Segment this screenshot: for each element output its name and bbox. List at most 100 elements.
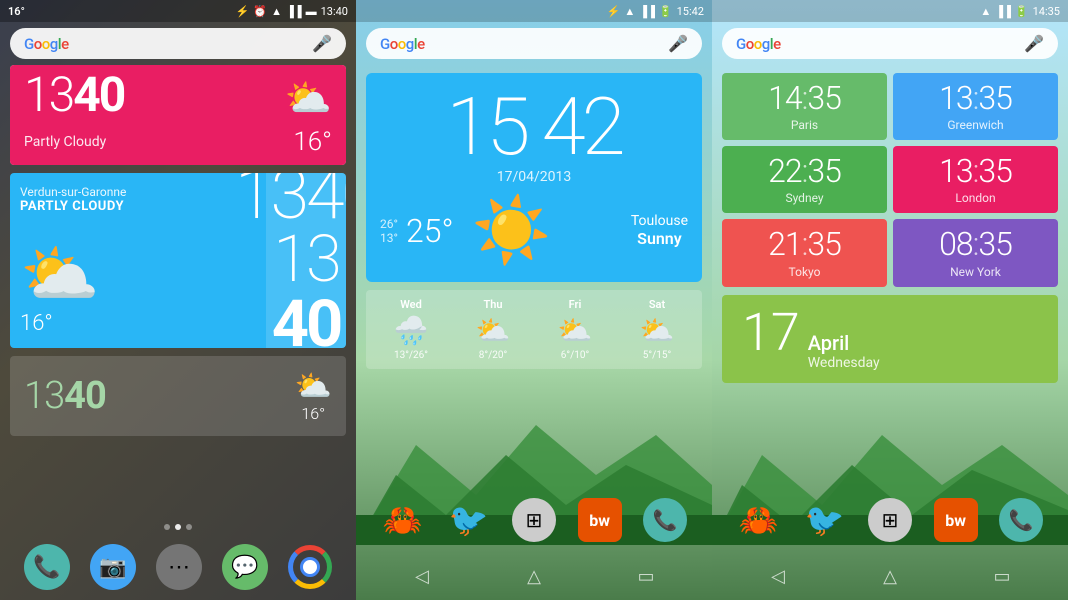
panel-left: 16° ⚡ ⏰ ▲ ▐▐ ▬ 13:40 Google 🎤 1340	[0, 0, 356, 600]
city-name-1: Verdun-sur-Garonne	[20, 185, 256, 199]
temp-current: 25°	[406, 212, 454, 250]
cloud-icon-1: ⛅	[20, 243, 256, 307]
search-bar-2[interactable]: Google 🎤	[366, 28, 702, 59]
condition-1: PARTLY CLOUDY	[20, 199, 256, 214]
dock-2: 🦀 🐦 ⊞ bw 📞	[356, 490, 712, 552]
status-temp: 16°	[8, 5, 25, 18]
dock-apps-3[interactable]: ⊞	[868, 498, 912, 542]
status-icons-2: ⚡ ▲ ▐▐ 🔋 15:42	[607, 5, 704, 18]
forecast-icon-3: ⛅	[640, 314, 675, 347]
time-vertical-1: 1340	[235, 173, 346, 227]
dock-crab-3[interactable]: 🦀	[737, 498, 781, 542]
dot-1	[164, 524, 170, 530]
dot-2	[175, 524, 181, 530]
dock-1: 📞 📷 ⋯ 💬	[0, 536, 356, 600]
forecast-thu: Thu ⛅ 8°/20°	[476, 298, 511, 361]
date-month: April	[808, 331, 880, 355]
forecast-row: Wed 🌧️ 13°/26° Thu ⛅ 8°/20° Fri ⛅ 6°/10°…	[366, 290, 702, 369]
nav-bar-2: ◁ △ ▭	[356, 552, 712, 600]
google-logo-1: Google	[24, 35, 69, 53]
widget-weather-large-1: Verdun-sur-Garonne PARTLY CLOUDY ⛅ 16° 1…	[10, 173, 346, 348]
temp-range: 26° 13°	[380, 217, 398, 245]
time-display-1: 1340	[24, 71, 124, 119]
weather-right: 1340 13 40	[266, 173, 346, 348]
dock-phone-2[interactable]: 📞	[643, 498, 687, 542]
nav-home-2[interactable]: △	[516, 562, 552, 590]
page-dots-1	[0, 524, 356, 530]
widget-compact-1: 1340 ⛅ Partly Cloudy 16°	[10, 65, 346, 165]
widget-compact-bottom: Partly Cloudy 16°	[10, 125, 346, 165]
signal-icon: ▐▐	[286, 5, 302, 18]
clock-tile-greenwich: 13:35 Greenwich	[893, 73, 1058, 140]
clock-time-wrapper: 15 42	[380, 87, 688, 167]
panel-middle: ⚡ ▲ ▐▐ 🔋 15:42 Google 🎤 15 42 17/04/2013	[356, 0, 712, 600]
dot-3	[186, 524, 192, 530]
clock-tile-london: 13:35 London	[893, 146, 1058, 213]
forecast-fri: Fri ⛅ 6°/10°	[558, 298, 593, 361]
dock-apps-1[interactable]: ⋯	[156, 544, 202, 590]
mic-icon-1[interactable]: 🎤	[312, 34, 332, 53]
google-logo-2: Google	[380, 35, 425, 53]
nav-back-2[interactable]: ◁	[404, 562, 440, 590]
date-text: April Wednesday	[808, 331, 880, 371]
nav-home-3[interactable]: △	[872, 562, 908, 590]
dock-3: 🦀 🐦 ⊞ bw 📞	[712, 490, 1068, 552]
dock-bird-3[interactable]: 🐦	[802, 498, 846, 542]
weather-small-1: ⛅ 16°	[295, 369, 332, 423]
wifi-icon-2: ▲	[624, 5, 635, 18]
dock-phone-1[interactable]: 📞	[24, 544, 70, 590]
search-bar-3[interactable]: Google 🎤	[722, 28, 1058, 59]
nav-recents-3[interactable]: ▭	[984, 562, 1020, 590]
time-small-1: 1340	[24, 374, 106, 418]
temp-small-1: 16°	[301, 404, 325, 423]
nav-back-3[interactable]: ◁	[760, 562, 796, 590]
sun-icon: ☀️	[472, 193, 552, 268]
signal-icon-3: ▐▐	[995, 5, 1011, 18]
time-status-1: 13:40	[321, 5, 348, 18]
status-bar-2: ⚡ ▲ ▐▐ 🔋 15:42	[356, 0, 712, 22]
clock-tile-paris: 14:35 Paris	[722, 73, 887, 140]
clock-tile-sydney: 22:35 Sydney	[722, 146, 887, 213]
temp-label-1: 16°	[293, 127, 332, 157]
clock-tile-tokyo: 21:35 Tokyo	[722, 219, 887, 286]
forecast-icon-2: ⛅	[558, 314, 593, 347]
widget-clock-main: 15 42 17/04/2013 26° 13° 25° ☀️ Toulouse…	[366, 73, 702, 282]
weather-icon-small: ⛅	[295, 369, 332, 404]
dock-bw-2[interactable]: bw	[578, 498, 622, 542]
date-weekday: Wednesday	[808, 355, 880, 371]
time-vert-display: 13	[273, 227, 339, 292]
dock-hangouts-1[interactable]: 💬	[222, 544, 268, 590]
mic-icon-3[interactable]: 🎤	[1024, 34, 1044, 53]
dock-bw-3[interactable]: bw	[934, 498, 978, 542]
dock-camera-1[interactable]: 📷	[90, 544, 136, 590]
weather-left: Verdun-sur-Garonne PARTLY CLOUDY ⛅ 16°	[10, 173, 266, 348]
alarm-icon: ⏰	[253, 5, 267, 18]
city-weather: Toulouse Sunny	[631, 213, 688, 248]
date-day-num: 17	[742, 307, 800, 359]
forecast-icon-1: ⛅	[476, 314, 511, 347]
clock-time-display: 15 42	[446, 80, 621, 174]
weather-icon-compact: ⛅	[285, 77, 332, 121]
signal-icon-2: ▐▐	[639, 5, 655, 18]
time-vert-min: 40	[272, 292, 341, 348]
dock-bird-2[interactable]: 🐦	[446, 498, 490, 542]
time-status-3: 14:35	[1033, 5, 1060, 18]
search-bar-1[interactable]: Google 🎤	[10, 28, 346, 59]
world-clock-grid: 14:35 Paris 13:35 Greenwich 22:35 Sydney…	[722, 73, 1058, 287]
widget-small-1: 1340 ⛅ 16°	[10, 356, 346, 436]
dock-chrome-1[interactable]	[288, 545, 332, 589]
wifi-icon: ▲	[271, 5, 282, 18]
clock-tile-new-york: 08:35 New York	[893, 219, 1058, 286]
mic-icon-2[interactable]: 🎤	[668, 34, 688, 53]
dock-apps-2[interactable]: ⊞	[512, 498, 556, 542]
wifi-icon-3: ▲	[980, 5, 991, 18]
widget-compact-top: 1340 ⛅	[10, 65, 346, 125]
google-logo-3: Google	[736, 35, 781, 53]
nav-recents-2[interactable]: ▭	[628, 562, 664, 590]
temp-large-1: 16°	[20, 311, 256, 336]
dock-crab-2[interactable]: 🦀	[381, 498, 425, 542]
dock-phone-3[interactable]: 📞	[999, 498, 1043, 542]
battery-icon-2: 🔋	[659, 5, 673, 18]
status-bar-3: ▲ ▐▐ 🔋 14:35	[712, 0, 1068, 22]
status-icons-1: ⚡ ⏰ ▲ ▐▐ ▬ 13:40	[236, 5, 348, 18]
